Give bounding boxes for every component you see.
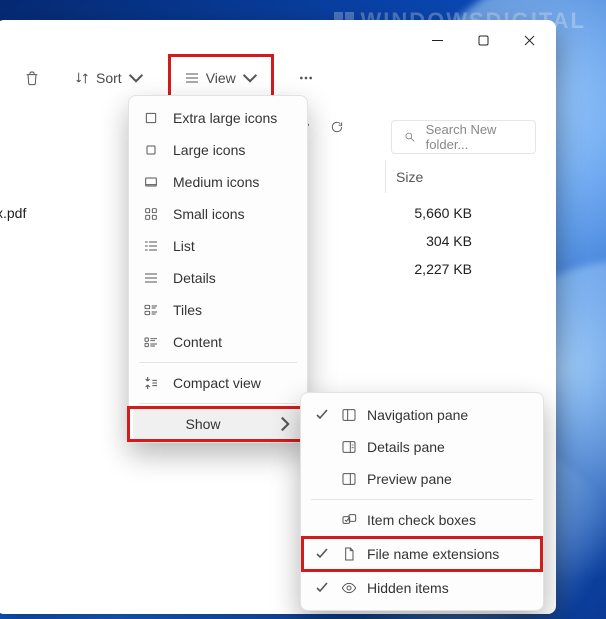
- menu-label: Show: [143, 416, 263, 432]
- titlebar: [0, 20, 556, 60]
- menu-tiles[interactable]: Tiles: [133, 294, 303, 326]
- view-button[interactable]: View: [176, 66, 266, 90]
- submenu-file-name-extensions-highlight: File name extensions: [303, 538, 541, 570]
- chevron-down-icon: [128, 70, 144, 86]
- menu-medium-icons[interactable]: Medium icons: [133, 166, 303, 198]
- delete-button[interactable]: [16, 66, 48, 90]
- check-icon: [316, 548, 328, 560]
- view-label: View: [206, 70, 236, 86]
- menu-list[interactable]: List: [133, 230, 303, 262]
- trash-icon: [24, 70, 40, 86]
- view-icon: [184, 70, 200, 86]
- view-menu: Extra large icons Large icons Medium ico…: [128, 95, 308, 443]
- col-size[interactable]: Size: [386, 161, 516, 193]
- menu-compact-view[interactable]: Compact view: [133, 367, 303, 399]
- search-placeholder: Search New folder...: [426, 122, 523, 152]
- submenu-file-name-extensions[interactable]: File name extensions: [305, 538, 539, 570]
- chevron-down-icon: [242, 70, 258, 86]
- details-icon: [143, 270, 159, 286]
- menu-show[interactable]: Show: [133, 408, 303, 440]
- menu-label: Small icons: [173, 206, 245, 222]
- menu-content[interactable]: Content: [133, 326, 303, 358]
- tiles-icon: [143, 302, 159, 318]
- menu-extra-large-icons[interactable]: Extra large icons: [133, 102, 303, 134]
- menu-label: Content: [173, 334, 222, 350]
- medium-icons-icon: [143, 174, 159, 190]
- small-icons-icon: [143, 206, 159, 222]
- menu-label: Navigation pane: [367, 407, 468, 423]
- close-button[interactable]: [506, 22, 552, 58]
- submenu-hidden-items[interactable]: Hidden items: [305, 572, 539, 604]
- menu-label: Large icons: [173, 142, 245, 158]
- menu-label: List: [173, 238, 195, 254]
- hidden-items-icon: [341, 580, 357, 596]
- menu-label: Medium icons: [173, 174, 259, 190]
- menu-separator: [311, 499, 533, 500]
- sort-icon: [74, 70, 90, 86]
- check-icon: [316, 409, 328, 421]
- menu-show-highlight: Show: [129, 408, 307, 440]
- menu-label: Tiles: [173, 302, 202, 318]
- menu-label: Details: [173, 270, 216, 286]
- search-icon: [404, 130, 416, 144]
- menu-label: Hidden items: [367, 580, 449, 596]
- minimize-button[interactable]: [414, 22, 460, 58]
- menu-label: Extra large icons: [173, 110, 277, 126]
- refresh-icon: [330, 120, 344, 134]
- sort-label: Sort: [96, 70, 122, 86]
- menu-label: Item check boxes: [367, 512, 476, 528]
- check-icon: [316, 582, 328, 594]
- list-icon: [143, 238, 159, 254]
- preview-pane-icon: [341, 471, 357, 487]
- cell-size: 304 KB: [352, 233, 502, 249]
- sort-button[interactable]: Sort: [66, 66, 152, 90]
- maximize-button[interactable]: [460, 22, 506, 58]
- view-button-highlight: View: [170, 56, 272, 100]
- large-icons-icon: [143, 142, 159, 158]
- check-boxes-icon: [341, 512, 357, 528]
- ellipsis-icon: [298, 70, 314, 86]
- menu-label: Preview pane: [367, 471, 452, 487]
- show-submenu: Navigation pane Details pane Preview pan…: [300, 392, 544, 611]
- menu-separator: [139, 403, 297, 404]
- menu-large-icons[interactable]: Large icons: [133, 134, 303, 166]
- see-more-button[interactable]: [290, 66, 322, 90]
- refresh-button[interactable]: [330, 120, 344, 137]
- file-extensions-icon: [341, 546, 357, 562]
- extra-large-icons-icon: [143, 110, 159, 126]
- search-input[interactable]: Search New folder...: [391, 120, 536, 154]
- details-pane-icon: [341, 439, 357, 455]
- submenu-details-pane[interactable]: Details pane: [305, 431, 539, 463]
- menu-label: File name extensions: [367, 546, 499, 562]
- submenu-item-check-boxes[interactable]: Item check boxes: [305, 504, 539, 536]
- cell-size: 5,660 KB: [352, 205, 502, 221]
- cell-size: 2,227 KB: [352, 261, 502, 277]
- menu-label: Details pane: [367, 439, 445, 455]
- toolbar: Sort View: [0, 60, 556, 96]
- submenu-navigation-pane[interactable]: Navigation pane: [305, 399, 539, 431]
- menu-small-icons[interactable]: Small icons: [133, 198, 303, 230]
- menu-separator: [139, 362, 297, 363]
- submenu-preview-pane[interactable]: Preview pane: [305, 463, 539, 495]
- compact-view-icon: [143, 375, 159, 391]
- menu-details[interactable]: Details: [133, 262, 303, 294]
- navigation-pane-icon: [341, 407, 357, 423]
- menu-label: Compact view: [173, 375, 261, 391]
- cell-name: x.pdf: [0, 205, 44, 221]
- chevron-right-icon: [277, 416, 293, 432]
- content-icon: [143, 334, 159, 350]
